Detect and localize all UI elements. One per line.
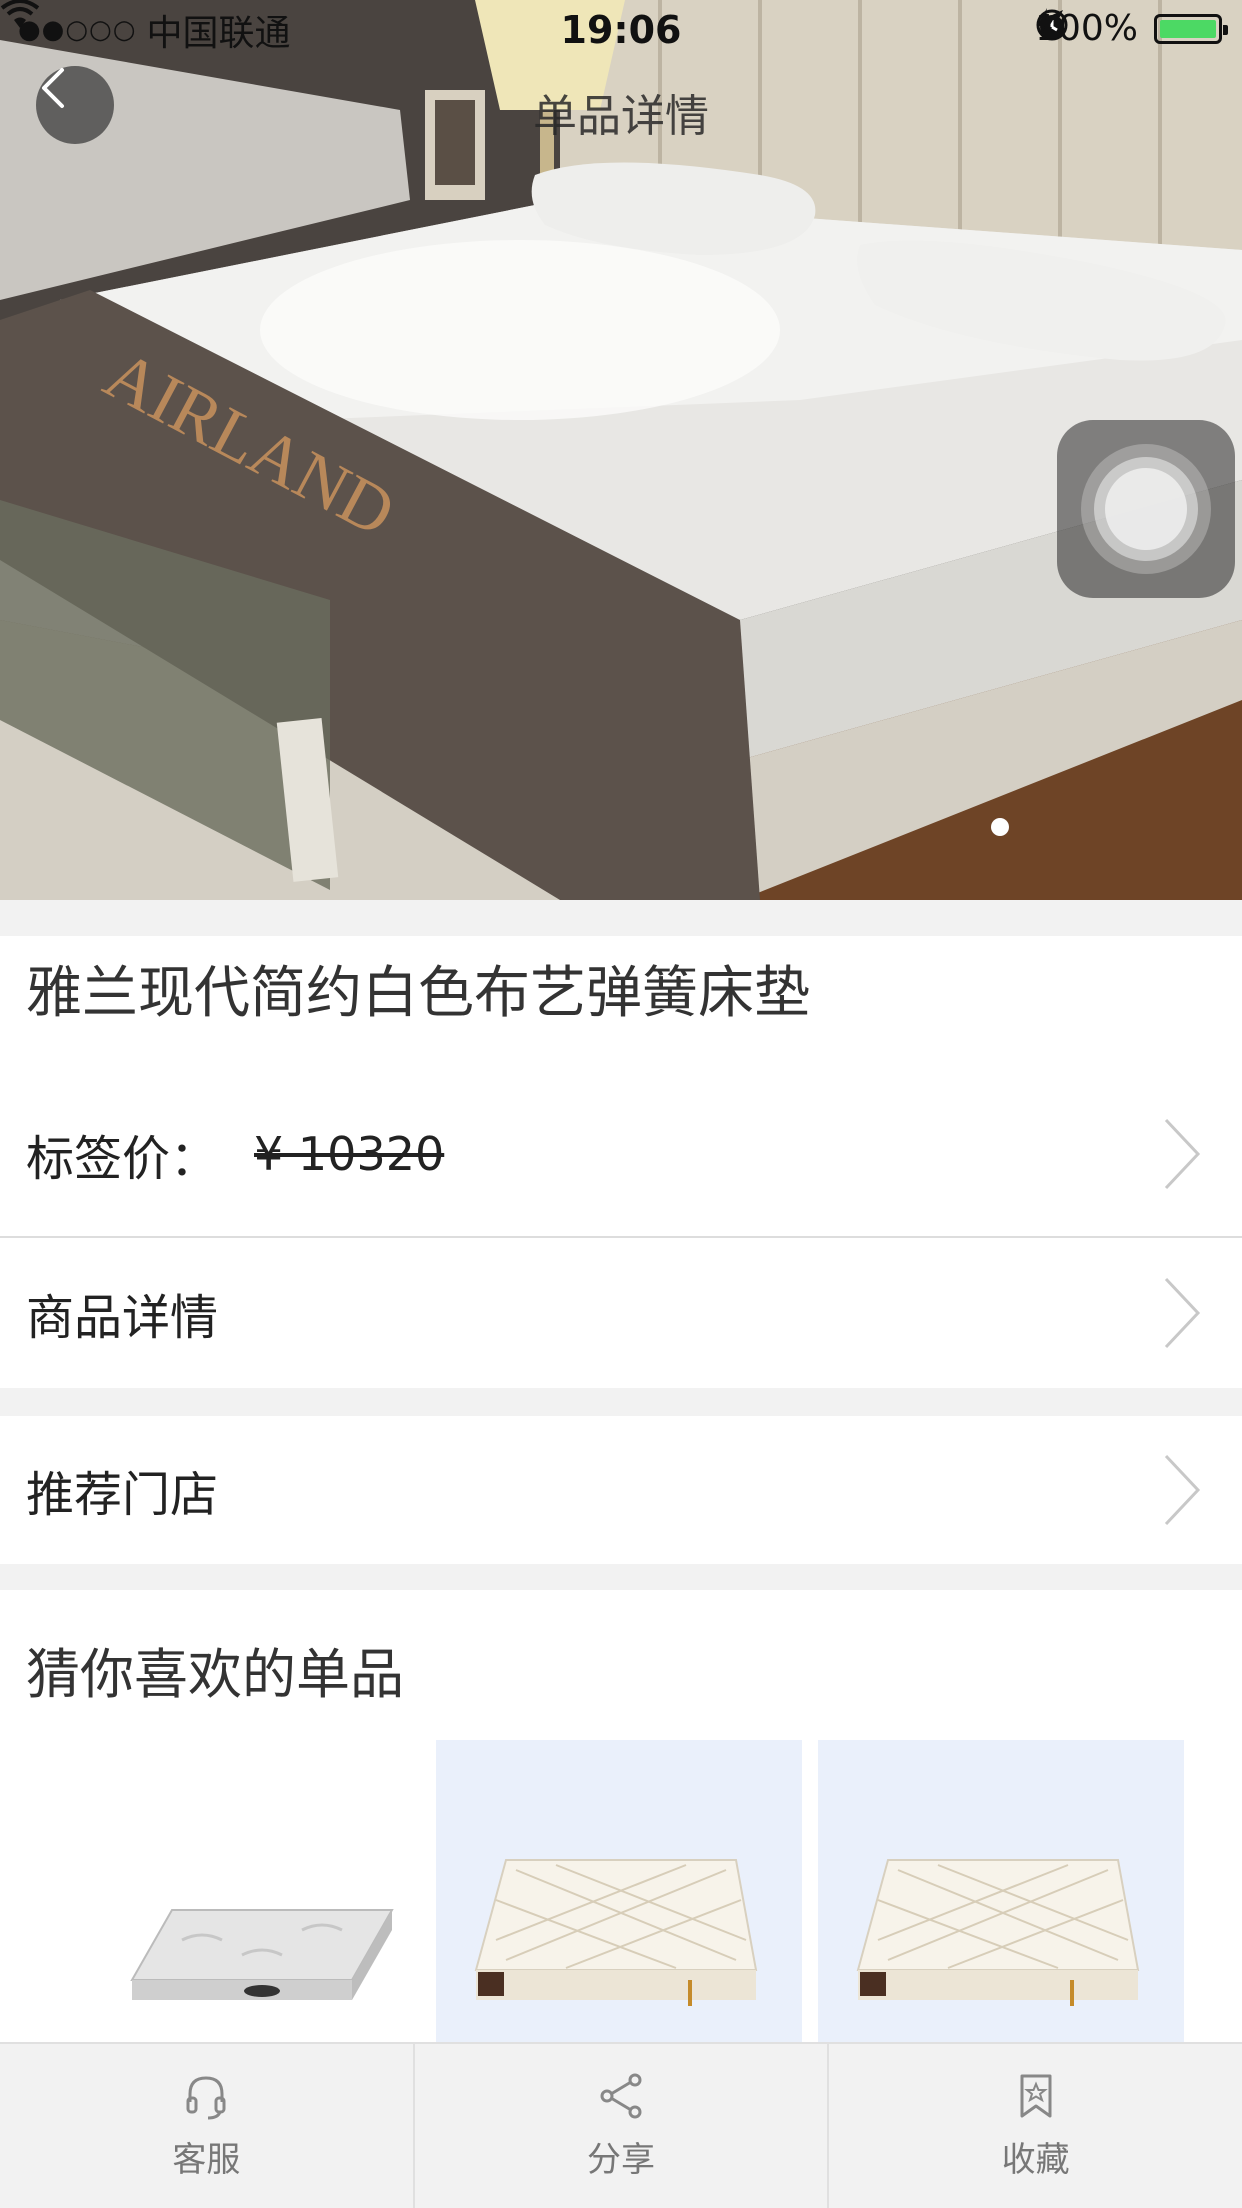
battery-level-fill bbox=[1160, 19, 1216, 38]
carousel-page-indicator bbox=[991, 818, 1009, 836]
product-info-section: 雅兰现代简约白色布艺弹簧床垫 标签价： ¥ 10320 bbox=[0, 936, 1242, 1236]
product-hero-image[interactable]: AIRLAND ●●○○○ 中国联通 19:06 100% 单品详情 bbox=[0, 0, 1242, 900]
tab-label: 客服 bbox=[172, 2139, 241, 2180]
bookmark-star-icon bbox=[1020, 2074, 1052, 2117]
recommended-stores-label: 推荐门店 bbox=[26, 1467, 219, 1523]
price-label: 标签价： bbox=[26, 1131, 219, 1187]
chevron-right-icon bbox=[1164, 1118, 1201, 1190]
price-row[interactable]: 标签价： ¥ 10320 bbox=[0, 1076, 1242, 1232]
product-details-label: 商品详情 bbox=[26, 1290, 219, 1346]
recommended-stores-row[interactable]: 推荐门店 bbox=[0, 1416, 1242, 1564]
mattress-cream-thumbnail-2 bbox=[856, 1859, 1140, 2006]
recommendations-title: 猜你喜欢的单品 bbox=[26, 1643, 404, 1706]
stores-section: 推荐门店 bbox=[0, 1416, 1242, 1564]
carrier-name: 中国联通 bbox=[146, 13, 291, 54]
mattress-cream-thumbnail bbox=[474, 1859, 758, 2006]
price-value: ¥ 10320 bbox=[254, 1127, 445, 1181]
share-tab[interactable]: 分享 bbox=[415, 2044, 830, 2208]
chevron-right-icon bbox=[1164, 1277, 1201, 1349]
product-details-row[interactable]: 商品详情 bbox=[0, 1238, 1242, 1388]
assistive-touch-button[interactable] bbox=[1057, 420, 1235, 598]
recommendations-section: 猜你喜欢的单品 bbox=[0, 1590, 1242, 2050]
bottom-tab-bar: 客服 分享 收藏 bbox=[0, 2042, 1242, 2208]
headset-icon bbox=[186, 2075, 226, 2119]
wifi-icon bbox=[0, 0, 40, 28]
tab-label: 分享 bbox=[587, 2139, 655, 2180]
favorite-tab[interactable]: 收藏 bbox=[829, 2044, 1242, 2208]
mattress-gray-thumbnail bbox=[130, 1909, 394, 2000]
details-section: 商品详情 bbox=[0, 1238, 1242, 1388]
product-title: 雅兰现代简约白色布艺弹簧床垫 bbox=[26, 961, 810, 1026]
recommended-item[interactable] bbox=[52, 1740, 418, 2050]
charging-bolt-icon bbox=[1037, 8, 1054, 40]
battery-icon bbox=[1154, 13, 1228, 44]
page-title: 单品详情 bbox=[533, 91, 709, 142]
share-icon bbox=[600, 2073, 642, 2118]
tab-label: 收藏 bbox=[1001, 2139, 1070, 2180]
customer-service-tab[interactable]: 客服 bbox=[0, 2044, 415, 2208]
status-bar: ●●○○○ 中国联通 19:06 100% bbox=[0, 0, 1242, 60]
recommended-item[interactable] bbox=[818, 1740, 1184, 2050]
chevron-right-icon bbox=[1164, 1454, 1201, 1526]
recommended-item[interactable] bbox=[436, 1740, 802, 2050]
